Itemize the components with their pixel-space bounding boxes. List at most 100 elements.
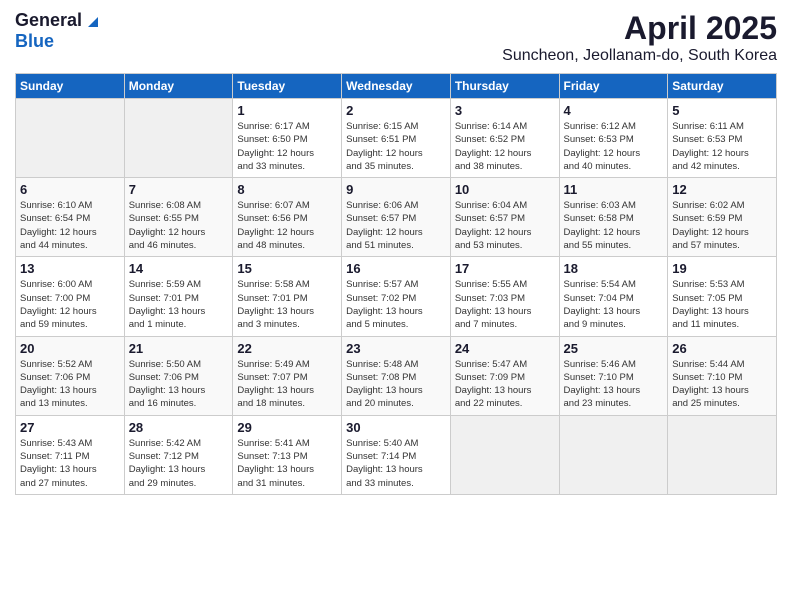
- day-number: 13: [20, 261, 120, 276]
- day-info: Sunrise: 5:59 AM Sunset: 7:01 PM Dayligh…: [129, 278, 229, 331]
- week-row-4: 20 Sunrise: 5:52 AM Sunset: 7:06 PM Dayli…: [16, 336, 777, 415]
- day-info: Sunrise: 6:04 AM Sunset: 6:57 PM Dayligh…: [455, 199, 555, 252]
- day-cell: 14Sunrise: 5:59 AM Sunset: 7:01 PM Dayli…: [124, 257, 233, 336]
- day-cell: 25 Sunrise: 5:46 AM Sunset: 7:10 PM Dayli…: [559, 336, 668, 415]
- day-number: 25: [564, 341, 664, 356]
- day-info: Sunrise: 5:54 AM Sunset: 7:04 PM Dayligh…: [564, 278, 664, 331]
- day-info: Sunrise: 6:11 AM Sunset: 6:53 PM Dayligh…: [672, 120, 772, 173]
- day-info: Sunrise: 5:46 AM Sunset: 7:10 PM Dayligh…: [564, 358, 664, 411]
- day-number: 19: [672, 261, 772, 276]
- day-info: Sunrise: 5:43 AM Sunset: 7:11 PM Dayligh…: [20, 437, 120, 490]
- day-number: 3: [455, 103, 555, 118]
- day-cell: 22 Sunrise: 5:49 AM Sunset: 7:07 PM Dayli…: [233, 336, 342, 415]
- day-cell: 16Sunrise: 5:57 AM Sunset: 7:02 PM Dayli…: [342, 257, 451, 336]
- day-cell: 17 Sunrise: 5:55 AM Sunset: 7:03 PM Dayli…: [450, 257, 559, 336]
- day-number: 1: [237, 103, 337, 118]
- day-cell: 19 Sunrise: 5:53 AM Sunset: 7:05 PM Dayli…: [668, 257, 777, 336]
- day-info: Sunrise: 5:53 AM Sunset: 7:05 PM Dayligh…: [672, 278, 772, 331]
- day-number: 16: [346, 261, 446, 276]
- calendar-table: SundayMondayTuesdayWednesdayThursdayFrid…: [15, 73, 777, 495]
- day-info: Sunrise: 5:47 AM Sunset: 7:09 PM Dayligh…: [455, 358, 555, 411]
- day-info: Sunrise: 5:50 AM Sunset: 7:06 PM Dayligh…: [129, 358, 229, 411]
- day-number: 4: [564, 103, 664, 118]
- day-info: Sunrise: 5:58 AM Sunset: 7:01 PM Dayligh…: [237, 278, 337, 331]
- day-cell: 26 Sunrise: 5:44 AM Sunset: 7:10 PM Dayli…: [668, 336, 777, 415]
- day-info: Sunrise: 5:52 AM Sunset: 7:06 PM Dayligh…: [20, 358, 120, 411]
- day-cell: 24Sunrise: 5:47 AM Sunset: 7:09 PM Dayli…: [450, 336, 559, 415]
- day-cell: 5 Sunrise: 6:11 AM Sunset: 6:53 PM Daylig…: [668, 99, 777, 178]
- day-cell: 3 Sunrise: 6:14 AM Sunset: 6:52 PM Daylig…: [450, 99, 559, 178]
- day-cell: 2 Sunrise: 6:15 AM Sunset: 6:51 PM Daylig…: [342, 99, 451, 178]
- day-info: Sunrise: 6:15 AM Sunset: 6:51 PM Dayligh…: [346, 120, 446, 173]
- day-number: 23: [346, 341, 446, 356]
- day-info: Sunrise: 5:44 AM Sunset: 7:10 PM Dayligh…: [672, 358, 772, 411]
- day-cell: 8 Sunrise: 6:07 AM Sunset: 6:56 PM Daylig…: [233, 178, 342, 257]
- header-day-thursday: Thursday: [450, 74, 559, 99]
- logo-general-text: General: [15, 10, 82, 31]
- week-row-2: 6Sunrise: 6:10 AM Sunset: 6:54 PM Daylig…: [16, 178, 777, 257]
- day-cell: 30Sunrise: 5:40 AM Sunset: 7:14 PM Dayli…: [342, 415, 451, 494]
- day-number: 5: [672, 103, 772, 118]
- logo-icon: [84, 11, 102, 29]
- page-header: General Blue April 2025 Suncheon, Jeolla…: [15, 10, 777, 65]
- day-cell: 27 Sunrise: 5:43 AM Sunset: 7:11 PM Dayli…: [16, 415, 125, 494]
- day-cell: [16, 99, 125, 178]
- day-number: 27: [20, 420, 120, 435]
- day-info: Sunrise: 6:00 AM Sunset: 7:00 PM Dayligh…: [20, 278, 120, 331]
- day-number: 10: [455, 182, 555, 197]
- day-cell: 20 Sunrise: 5:52 AM Sunset: 7:06 PM Dayli…: [16, 336, 125, 415]
- month-title: April 2025: [502, 10, 777, 47]
- day-cell: 23 Sunrise: 5:48 AM Sunset: 7:08 PM Dayli…: [342, 336, 451, 415]
- day-cell: 11 Sunrise: 6:03 AM Sunset: 6:58 PM Dayli…: [559, 178, 668, 257]
- header-day-monday: Monday: [124, 74, 233, 99]
- day-number: 8: [237, 182, 337, 197]
- day-number: 26: [672, 341, 772, 356]
- day-info: Sunrise: 6:12 AM Sunset: 6:53 PM Dayligh…: [564, 120, 664, 173]
- week-row-3: 13 Sunrise: 6:00 AM Sunset: 7:00 PM Dayli…: [16, 257, 777, 336]
- day-number: 29: [237, 420, 337, 435]
- day-number: 21: [129, 341, 229, 356]
- day-number: 11: [564, 182, 664, 197]
- day-number: 20: [20, 341, 120, 356]
- day-info: Sunrise: 6:03 AM Sunset: 6:58 PM Dayligh…: [564, 199, 664, 252]
- day-info: Sunrise: 5:49 AM Sunset: 7:07 PM Dayligh…: [237, 358, 337, 411]
- day-cell: 12Sunrise: 6:02 AM Sunset: 6:59 PM Dayli…: [668, 178, 777, 257]
- day-info: Sunrise: 6:06 AM Sunset: 6:57 PM Dayligh…: [346, 199, 446, 252]
- day-info: Sunrise: 6:02 AM Sunset: 6:59 PM Dayligh…: [672, 199, 772, 252]
- day-number: 2: [346, 103, 446, 118]
- logo: General Blue: [15, 10, 102, 52]
- header-day-sunday: Sunday: [16, 74, 125, 99]
- week-row-5: 27 Sunrise: 5:43 AM Sunset: 7:11 PM Dayli…: [16, 415, 777, 494]
- day-cell: [124, 99, 233, 178]
- day-number: 17: [455, 261, 555, 276]
- day-cell: 9Sunrise: 6:06 AM Sunset: 6:57 PM Daylig…: [342, 178, 451, 257]
- day-info: Sunrise: 5:55 AM Sunset: 7:03 PM Dayligh…: [455, 278, 555, 331]
- day-info: Sunrise: 5:41 AM Sunset: 7:13 PM Dayligh…: [237, 437, 337, 490]
- day-cell: 7 Sunrise: 6:08 AM Sunset: 6:55 PM Daylig…: [124, 178, 233, 257]
- day-number: 15: [237, 261, 337, 276]
- day-cell: 15 Sunrise: 5:58 AM Sunset: 7:01 PM Dayli…: [233, 257, 342, 336]
- title-block: April 2025 Suncheon, Jeollanam-do, South…: [502, 10, 777, 65]
- day-info: Sunrise: 6:14 AM Sunset: 6:52 PM Dayligh…: [455, 120, 555, 173]
- day-cell: 6Sunrise: 6:10 AM Sunset: 6:54 PM Daylig…: [16, 178, 125, 257]
- logo-blue-text: Blue: [15, 31, 54, 51]
- day-number: 6: [20, 182, 120, 197]
- day-number: 22: [237, 341, 337, 356]
- header-day-wednesday: Wednesday: [342, 74, 451, 99]
- header-row: SundayMondayTuesdayWednesdayThursdayFrid…: [16, 74, 777, 99]
- day-info: Sunrise: 5:40 AM Sunset: 7:14 PM Dayligh…: [346, 437, 446, 490]
- day-info: Sunrise: 6:07 AM Sunset: 6:56 PM Dayligh…: [237, 199, 337, 252]
- day-info: Sunrise: 5:48 AM Sunset: 7:08 PM Dayligh…: [346, 358, 446, 411]
- day-cell: 28Sunrise: 5:42 AM Sunset: 7:12 PM Dayli…: [124, 415, 233, 494]
- day-cell: 21 Sunrise: 5:50 AM Sunset: 7:06 PM Dayli…: [124, 336, 233, 415]
- day-info: Sunrise: 6:17 AM Sunset: 6:50 PM Dayligh…: [237, 120, 337, 173]
- day-info: Sunrise: 5:42 AM Sunset: 7:12 PM Dayligh…: [129, 437, 229, 490]
- day-number: 7: [129, 182, 229, 197]
- day-cell: [559, 415, 668, 494]
- day-cell: 18 Sunrise: 5:54 AM Sunset: 7:04 PM Dayli…: [559, 257, 668, 336]
- day-info: Sunrise: 6:08 AM Sunset: 6:55 PM Dayligh…: [129, 199, 229, 252]
- day-cell: 10 Sunrise: 6:04 AM Sunset: 6:57 PM Dayli…: [450, 178, 559, 257]
- day-cell: 1 Sunrise: 6:17 AM Sunset: 6:50 PM Daylig…: [233, 99, 342, 178]
- day-number: 18: [564, 261, 664, 276]
- day-cell: [450, 415, 559, 494]
